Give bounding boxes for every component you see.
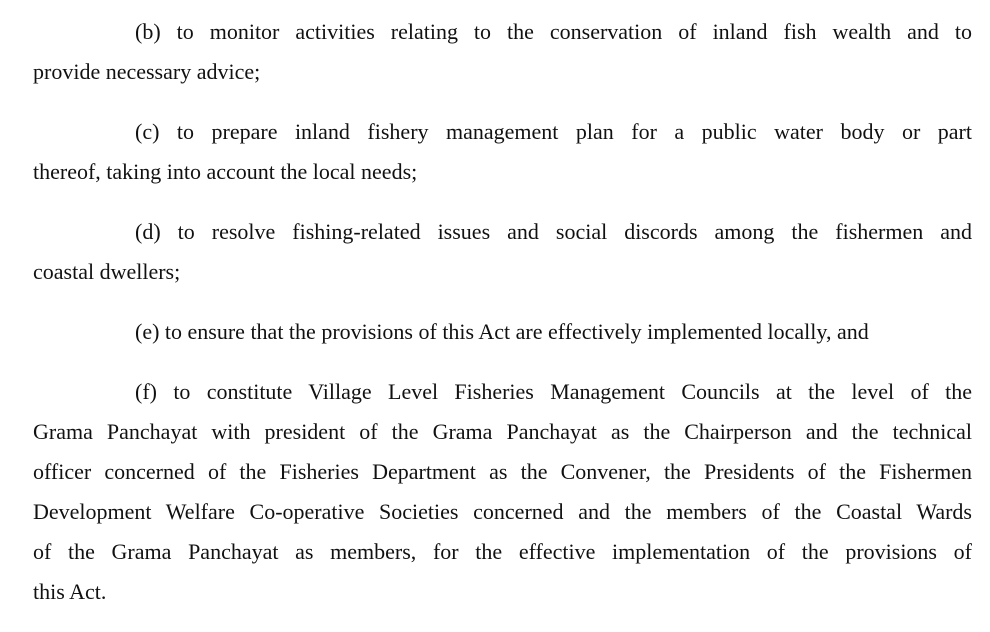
text-line: officer concerned of the Fisheries Depar… [33,459,972,484]
text-line: Grama Panchayat with president of the Gr… [33,419,972,444]
text-line: (e) to ensure that the provisions of thi… [135,319,869,344]
text-line: Development Welfare Co-operative Societi… [33,499,972,524]
text-line: (c) to prepare inland fishery management… [135,119,972,144]
clause-e: (e) to ensure that the provisions of thi… [33,312,972,352]
text-line: this Act. [33,579,107,604]
text-line: of the Grama Panchayat as members, for t… [33,539,972,564]
text-line: (f) to constitute Village Level Fisherie… [135,379,972,404]
text-line: coastal dwellers; [33,259,181,284]
clause-f: (f) to constitute Village Level Fisherie… [33,372,972,612]
clause-c: (c) to prepare inland fishery management… [33,112,972,192]
text-line: thereof, taking into account the local n… [33,159,418,184]
text-line: (d) to resolve fishing-related issues an… [135,219,972,244]
text-line: provide necessary advice; [33,59,261,84]
clause-d: (d) to resolve fishing-related issues an… [33,212,972,292]
text-line: (b) to monitor activities relating to th… [135,19,972,44]
document-body: (b) to monitor activities relating to th… [33,12,972,632]
clause-b: (b) to monitor activities relating to th… [33,12,972,92]
